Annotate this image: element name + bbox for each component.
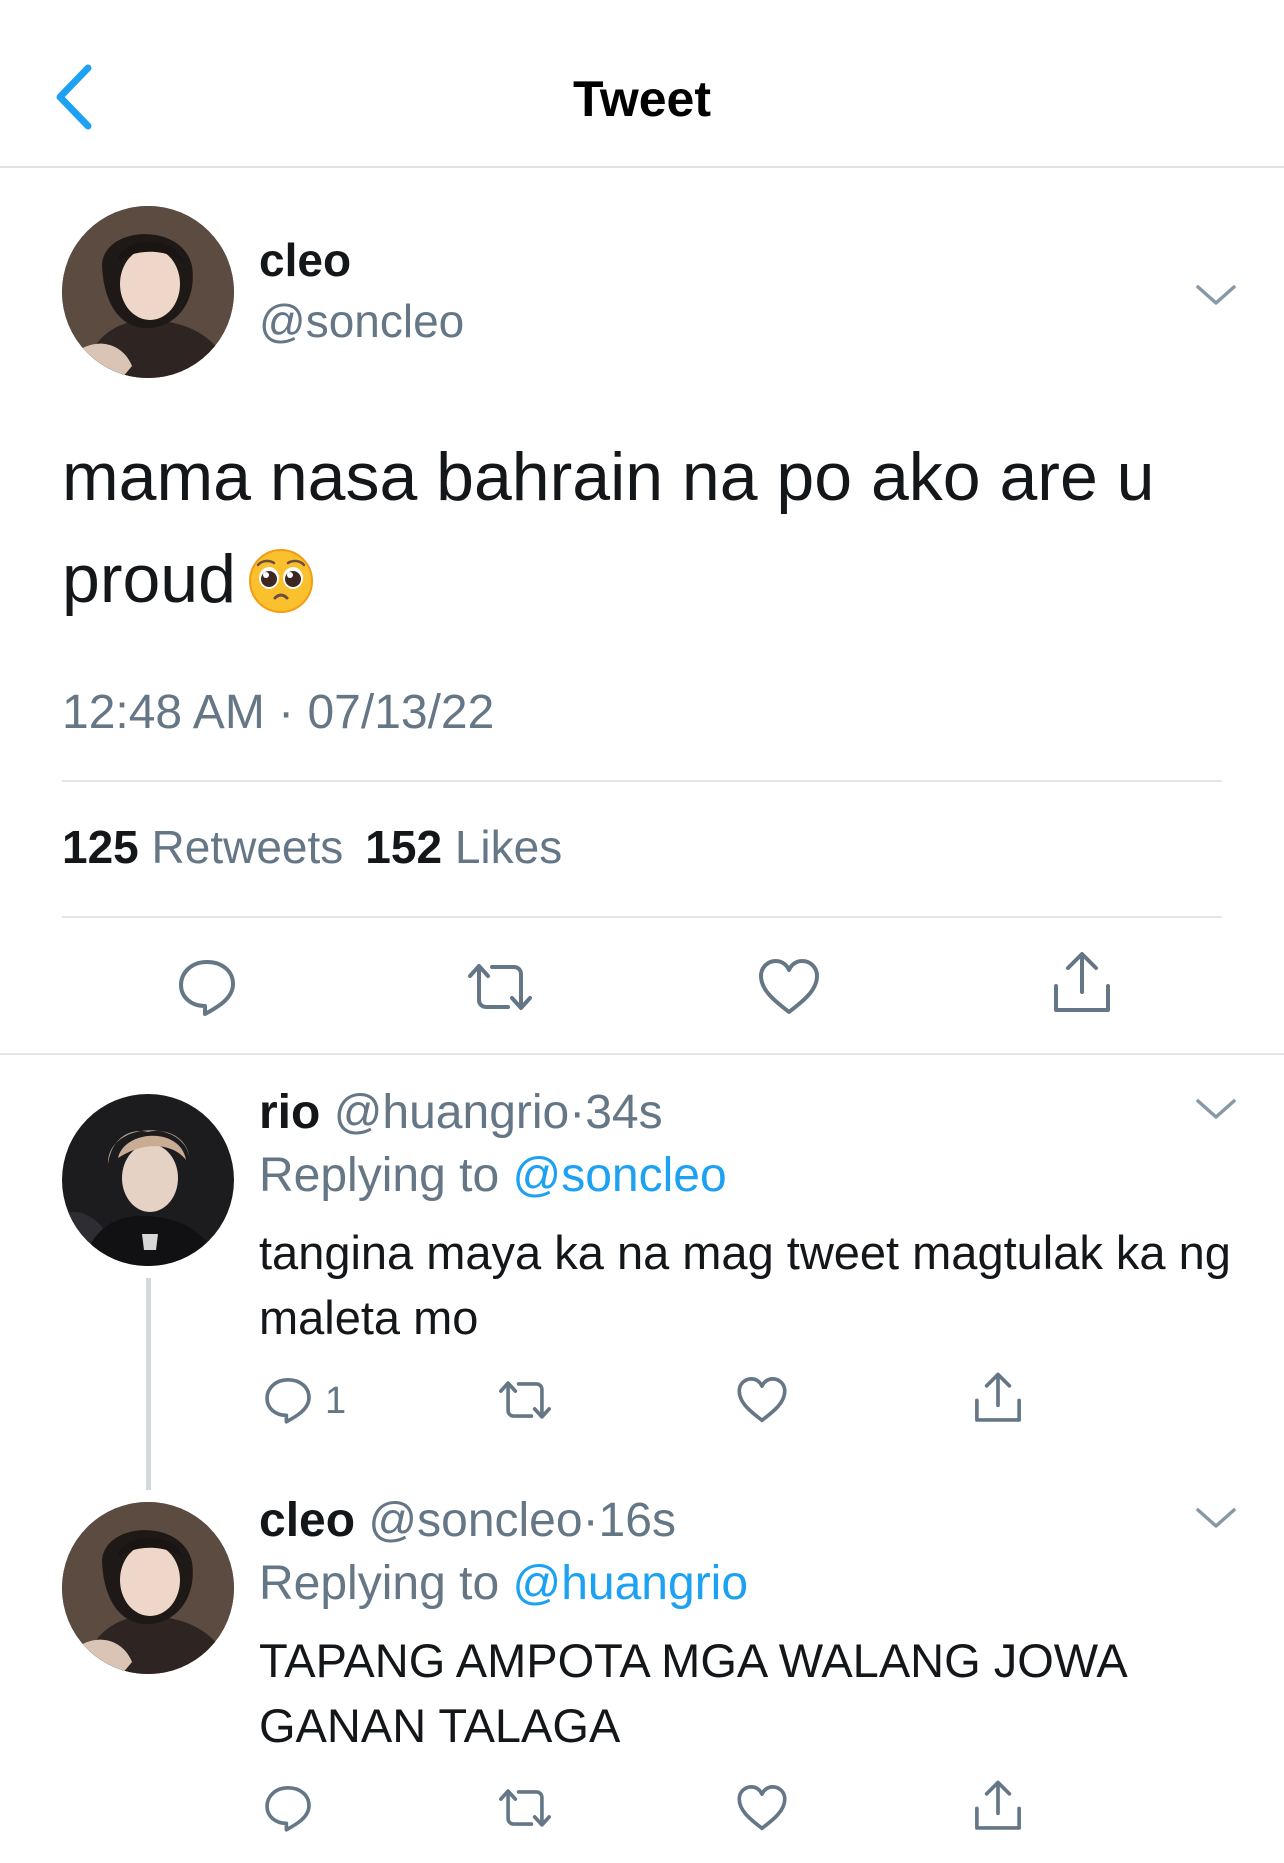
tweet-detail-screen: Tweet cleo @soncleo mama nasa bahrain na… <box>0 0 1284 1863</box>
retweets-stat[interactable]: 125 Retweets <box>62 821 343 873</box>
mention-link[interactable]: @soncleo <box>512 1149 726 1202</box>
reply-header: rio @huangrio·34s <box>259 1085 663 1140</box>
reply-icon <box>179 960 235 1016</box>
retweet-icon <box>499 1381 551 1419</box>
replying-to-line: Replying to @soncleo <box>259 1148 727 1203</box>
mention-link[interactable]: @huangrio <box>512 1557 748 1610</box>
likes-label: Likes <box>454 821 563 873</box>
reply-author-name[interactable]: cleo <box>259 1494 355 1547</box>
reply-header: cleo @soncleo·16s <box>259 1493 676 1548</box>
reply-button[interactable] <box>176 956 238 1023</box>
reply-button[interactable] <box>263 1782 313 1839</box>
like-button[interactable] <box>757 956 821 1023</box>
retweet-icon <box>499 1789 551 1827</box>
reply-time: 34s <box>585 1086 663 1139</box>
author-handle[interactable]: @soncleo <box>259 294 464 348</box>
share-icon <box>1054 952 1110 1012</box>
share-icon <box>975 1780 1021 1830</box>
likes-stat[interactable]: 152 Likes <box>365 821 562 873</box>
thread-connector-line <box>146 1278 151 1490</box>
like-icon <box>737 1785 787 1831</box>
divider <box>62 916 1222 918</box>
avatar-photo <box>62 1094 234 1266</box>
avatar-photo <box>62 206 234 378</box>
reply-text: tangina maya ka na mag tweet magtulak ka… <box>259 1226 1231 1344</box>
like-count: 152 <box>365 821 443 873</box>
share-icon <box>975 1372 1021 1422</box>
tweet-timestamp: 12:48 AM · 07/13/22 <box>62 686 495 739</box>
reply-button[interactable] <box>263 1374 313 1431</box>
retweet-button[interactable] <box>496 1374 554 1431</box>
avatar[interactable] <box>62 1094 234 1266</box>
like-button[interactable] <box>736 1374 788 1431</box>
meta-separator: · <box>569 1086 586 1139</box>
pleading-face-emoji <box>248 540 314 642</box>
reply-author-name[interactable]: rio <box>259 1086 320 1139</box>
reply-time: 16s <box>598 1494 676 1547</box>
like-button[interactable] <box>736 1782 788 1839</box>
retweet-button[interactable] <box>496 1782 554 1839</box>
share-button[interactable] <box>1050 950 1114 1021</box>
retweets-label: Retweets <box>151 821 344 873</box>
retweet-button[interactable] <box>464 956 536 1023</box>
divider <box>62 780 1222 782</box>
like-icon <box>759 959 819 1014</box>
reply-author-handle[interactable]: @huangrio <box>334 1086 570 1139</box>
chevron-down-icon <box>1196 1508 1236 1528</box>
chevron-down-icon <box>1196 1099 1236 1119</box>
reply-text: TAPANG AMPOTA MGA WALANG JOWA GANAN TALA… <box>259 1634 1126 1752</box>
avatar[interactable] <box>62 1502 234 1674</box>
reply-author-handle[interactable]: @soncleo <box>368 1494 582 1547</box>
author-display-name[interactable]: cleo <box>259 233 351 287</box>
avatar[interactable] <box>62 206 234 378</box>
reply-options-button[interactable] <box>1194 1503 1238 1533</box>
like-icon <box>737 1377 787 1423</box>
section-divider <box>0 1053 1284 1055</box>
tweet-options-button[interactable] <box>1194 280 1238 310</box>
replying-to-label: Replying to <box>259 1557 500 1610</box>
reply-count: 1 <box>325 1380 347 1422</box>
avatar-photo <box>62 1502 234 1674</box>
reply-icon <box>265 1786 311 1832</box>
meta-separator: · <box>582 1494 599 1547</box>
reply-options-button[interactable] <box>1194 1094 1238 1124</box>
share-button[interactable] <box>972 1370 1024 1431</box>
replying-to-label: Replying to <box>259 1149 500 1202</box>
retweet-count: 125 <box>62 821 139 873</box>
tweet-text: mama nasa bahrain na po ako are u proud <box>62 426 1222 642</box>
reply-icon <box>265 1378 311 1424</box>
chevron-down-icon <box>1196 285 1236 305</box>
engagement-stats: 125 Retweets 152 Likes <box>62 820 562 874</box>
retweet-icon <box>468 964 532 1010</box>
top-nav-bar: Tweet <box>0 0 1284 168</box>
page-title: Tweet <box>573 71 711 127</box>
share-button[interactable] <box>972 1778 1024 1839</box>
tweet-body: mama nasa bahrain na po ako are u proud <box>62 439 1155 617</box>
replying-to-line: Replying to @huangrio <box>259 1556 748 1611</box>
